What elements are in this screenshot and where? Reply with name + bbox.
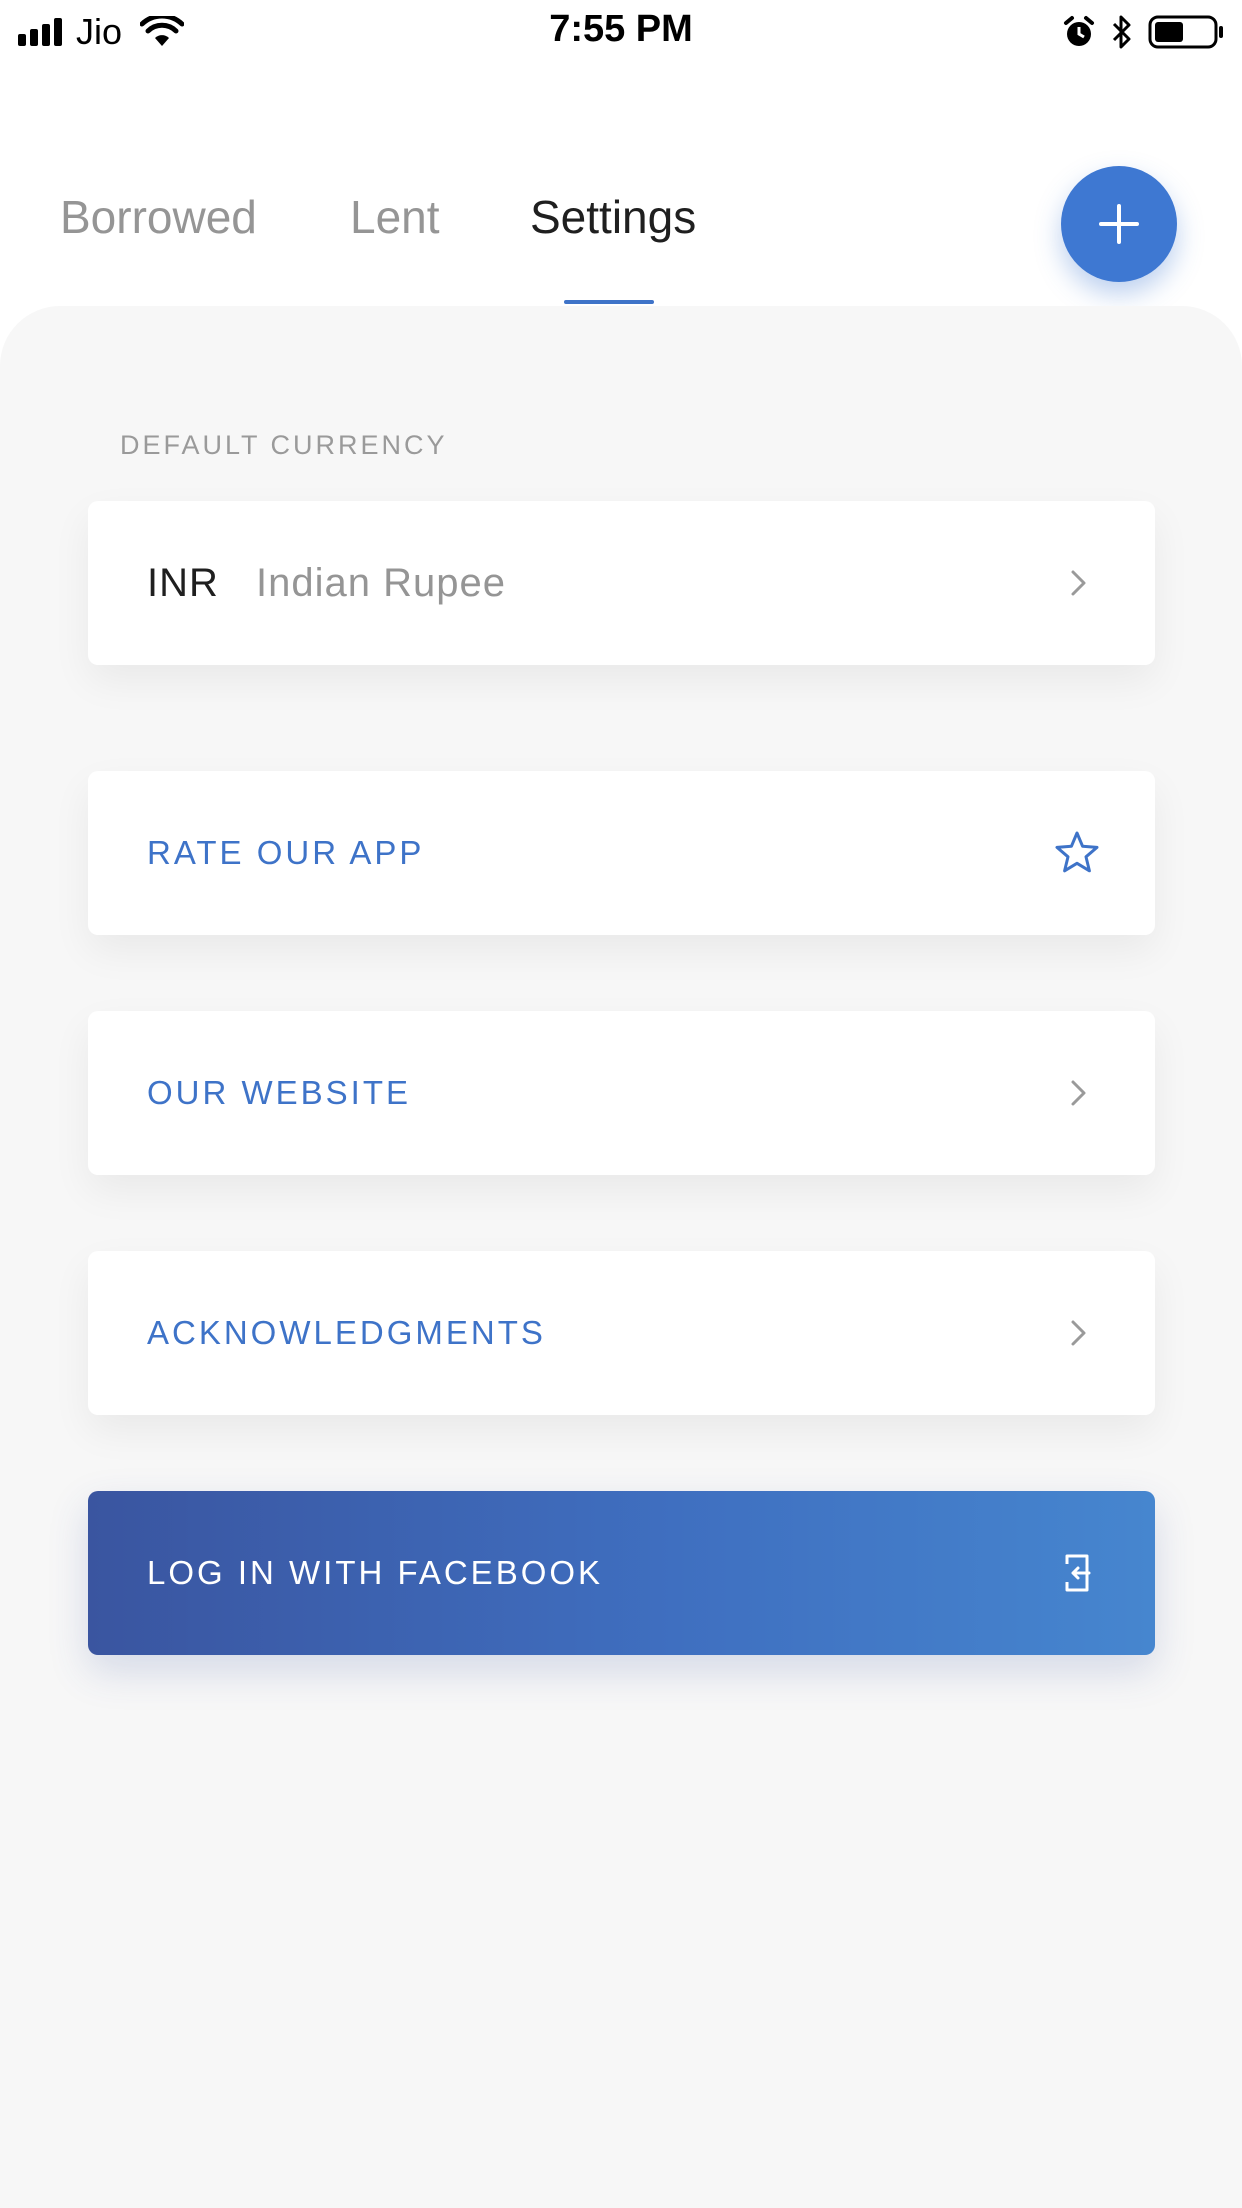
active-tab-indicator — [564, 300, 654, 304]
rate-app-label: RATE OUR APP — [147, 834, 425, 871]
currency-selector[interactable]: INR Indian Rupee — [88, 501, 1155, 665]
status-bar: Jio 7:55 PM — [0, 0, 1242, 62]
website-button[interactable]: OUR WEBSITE — [88, 1011, 1155, 1175]
website-label: OUR WEBSITE — [147, 1074, 412, 1111]
status-time: 7:55 PM — [549, 8, 693, 50]
alarm-icon — [1064, 16, 1094, 46]
tab-borrowed[interactable]: Borrowed — [60, 190, 257, 244]
rate-app-button[interactable]: RATE OUR APP — [88, 771, 1155, 935]
chevron-right-icon — [1071, 1320, 1086, 1346]
status-right — [1062, 12, 1226, 52]
tab-lent[interactable]: Lent — [350, 190, 440, 244]
bluetooth-icon — [1112, 15, 1131, 49]
star-icon — [1055, 831, 1099, 873]
acknowledgments-button[interactable]: ACKNOWLEDGMENTS — [88, 1251, 1155, 1415]
battery-icon — [1148, 15, 1223, 49]
chevron-right-icon — [1071, 570, 1086, 596]
tab-settings[interactable]: Settings — [530, 190, 696, 244]
currency-code: INR — [147, 561, 219, 605]
facebook-login-label: LOG IN WITH FACEBOOK — [147, 1554, 604, 1591]
chevron-right-icon — [1071, 1080, 1086, 1106]
login-icon — [1065, 1554, 1091, 1592]
plus-icon — [1099, 204, 1139, 244]
currency-name: Indian Rupee — [256, 561, 506, 605]
acknowledgments-label: ACKNOWLEDGMENTS — [147, 1314, 546, 1351]
default-currency-heading: DEFAULT CURRENCY — [120, 430, 448, 460]
facebook-login-button[interactable]: LOG IN WITH FACEBOOK — [88, 1491, 1155, 1655]
add-button[interactable] — [1061, 166, 1177, 282]
